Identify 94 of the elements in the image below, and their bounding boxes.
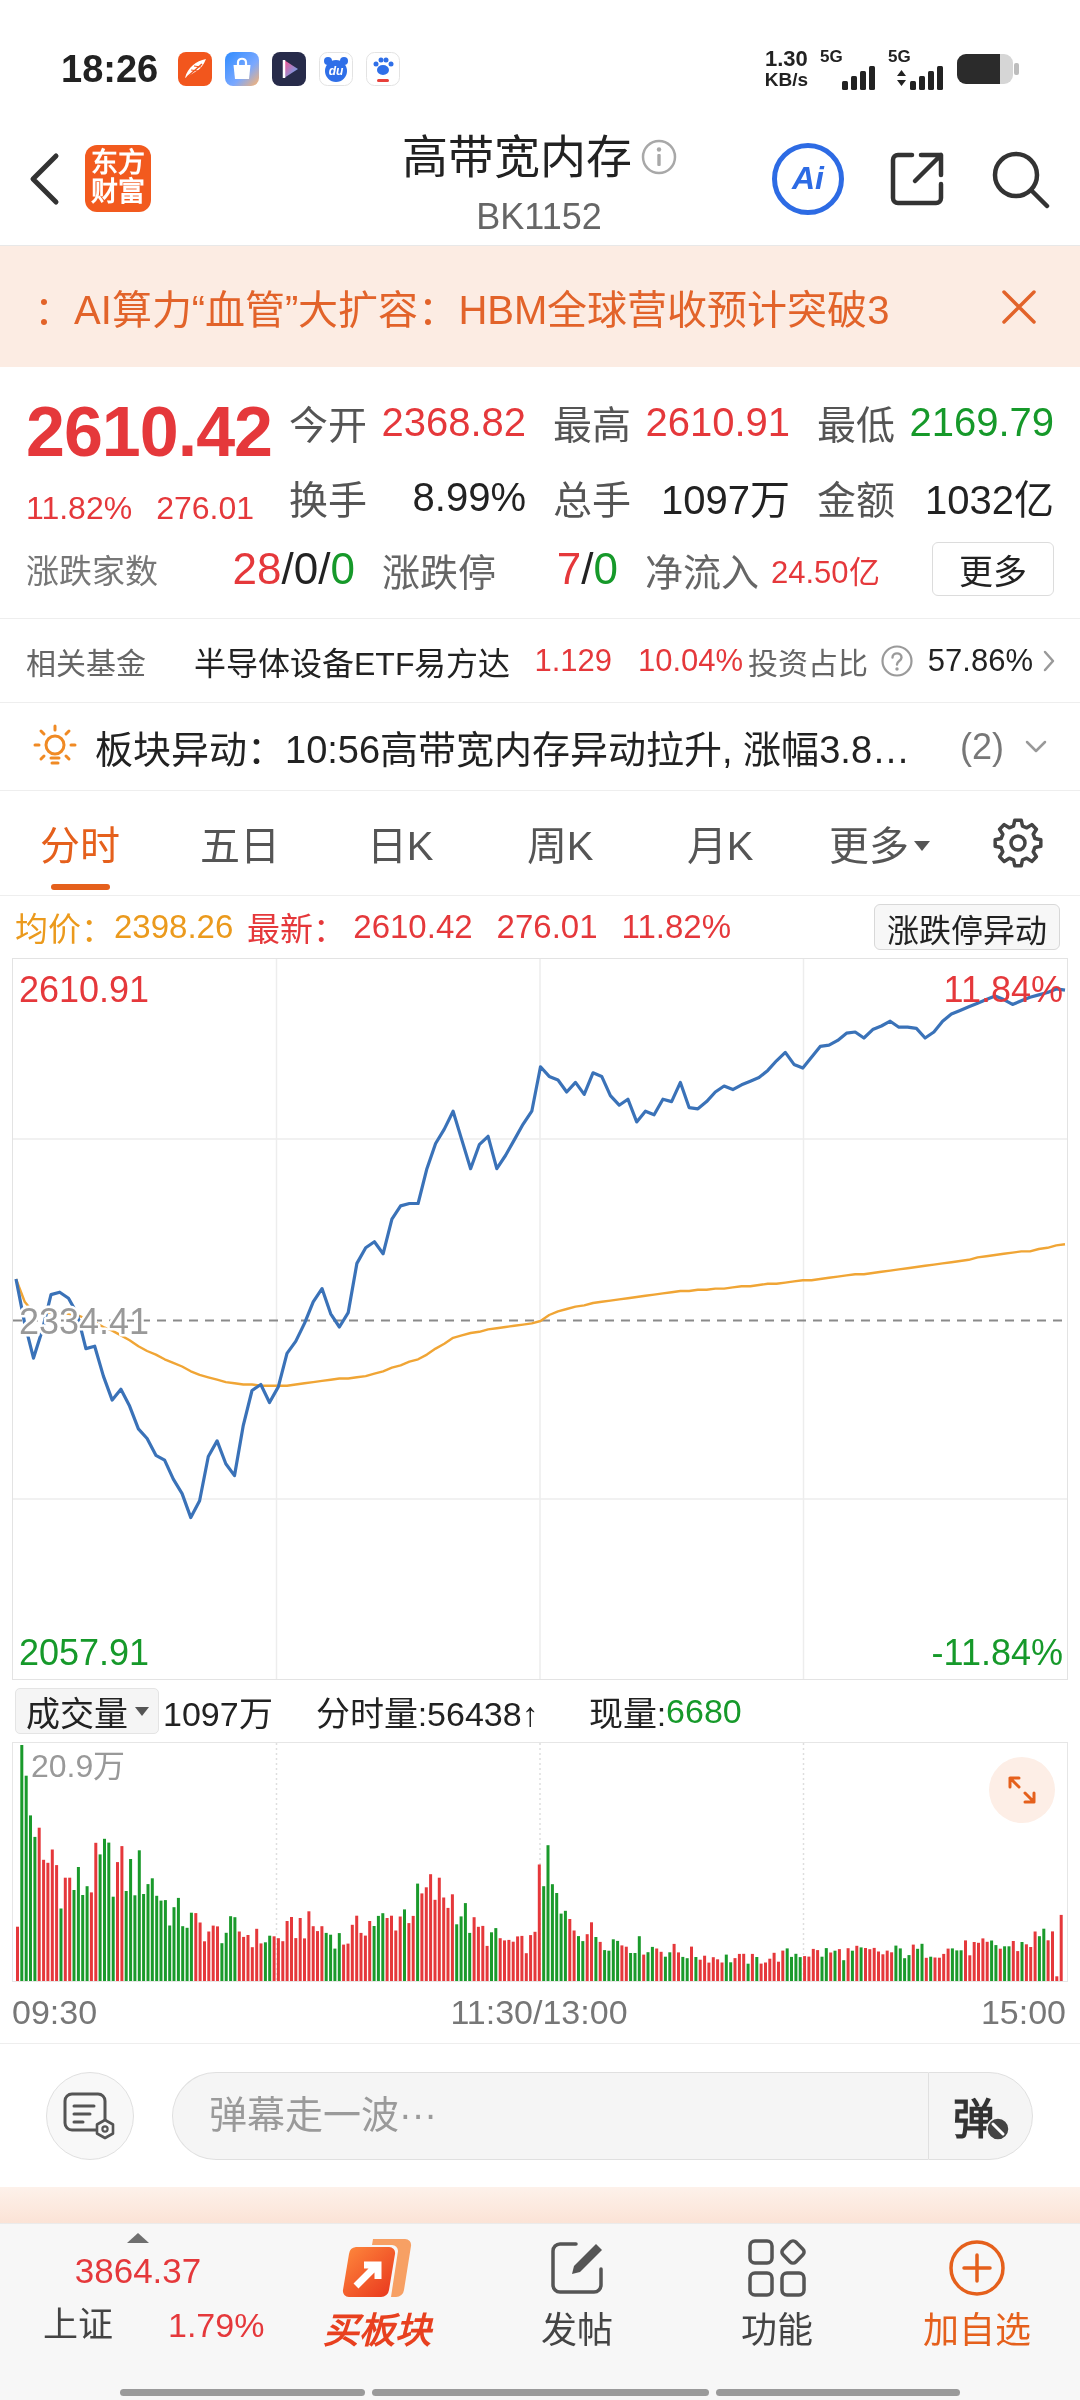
time-axis-label: 11:30/13:00 <box>450 1993 628 2032</box>
last-price: 2610.42 <box>26 397 273 467</box>
metric-label: 金额 <box>817 478 895 524</box>
chart-tab[interactable]: 周K <box>480 791 640 895</box>
metric-label: 最低 <box>817 403 895 449</box>
stat-label: 涨跌家数 <box>26 552 158 592</box>
add-icon <box>948 2239 1006 2297</box>
buy-sector-button[interactable]: 买板块 <box>277 2224 477 2385</box>
caret-down-icon[interactable] <box>134 1705 150 1717</box>
alert-count: (2) <box>960 725 1004 768</box>
comment-input-field[interactable]: 弹幕走一波··· <box>172 2071 928 2160</box>
edit-icon <box>548 2239 606 2297</box>
chart-tab[interactable]: 更多 <box>800 791 960 895</box>
document-gear-icon[interactable] <box>63 2091 117 2140</box>
chevron-down-icon[interactable] <box>1025 739 1047 754</box>
average-price: 2398.26 <box>114 908 234 946</box>
latest-change: 276.01 <box>496 908 598 946</box>
status-time: 18:26 <box>61 47 159 91</box>
time-axis-label: 15:00 <box>980 1993 1066 2032</box>
percent-axis-label: -11.84% <box>931 1632 1063 1673</box>
settings-icon[interactable] <box>992 817 1044 869</box>
network-type-label: 5G <box>888 48 911 66</box>
metric-label: 最高 <box>553 403 631 449</box>
tools-button[interactable]: 功能 <box>677 2224 877 2385</box>
stat-label: 净流入 <box>645 550 759 596</box>
app-logo: 东方财富 <box>85 145 151 212</box>
price-axis-label: 2057.91 <box>19 1632 150 1673</box>
arrow-logo-icon <box>341 2237 413 2299</box>
close-icon[interactable] <box>1000 287 1038 326</box>
volume-selector[interactable]: 成交量 <box>15 1688 159 1734</box>
price-axis-label: 2610.91 <box>19 969 150 1010</box>
current-volume: 6680 <box>666 1691 742 1731</box>
fund-section-label: 相关基金 <box>26 645 147 682</box>
post-button[interactable]: 发帖 <box>477 2224 677 2385</box>
paw-app-icon <box>366 52 401 86</box>
caret-up-icon[interactable] <box>127 2233 149 2243</box>
latest-price-label: 最新： <box>247 910 347 950</box>
stat-label: 涨跌停 <box>382 550 496 596</box>
battery-icon <box>956 52 1020 86</box>
index-name[interactable]: 上证 <box>43 2305 113 2345</box>
net-inflow-value: 24.50亿 <box>771 553 880 592</box>
more-button[interactable]: 更多 <box>932 542 1054 596</box>
volume-axis-label: 20.9万 <box>31 1748 126 1784</box>
limit-move-button[interactable]: 涨跌停异动 <box>874 904 1060 950</box>
back-icon[interactable] <box>28 151 60 206</box>
metric-label: 换手 <box>289 478 367 524</box>
sector-code: BK1152 <box>476 195 602 239</box>
total-volume: 1097万 <box>163 1693 273 1735</box>
index-value[interactable]: 3864.37 <box>74 2251 202 2291</box>
holding-ratio-label: 投资占比 <box>747 645 868 682</box>
chart-tab[interactable]: 日K <box>320 791 480 895</box>
metric-value: 1032亿 <box>925 477 1054 524</box>
current-volume-label: 现量: <box>588 1693 667 1735</box>
network-speed-unit: KB/s <box>764 69 808 90</box>
holding-ratio: 57.86% <box>927 642 1033 679</box>
play-app-icon <box>272 52 307 86</box>
du-app-icon: du <box>319 52 354 86</box>
expand-icon[interactable] <box>989 1757 1055 1823</box>
metric-label: 今开 <box>289 403 367 449</box>
page-title: 高带宽内存 <box>401 130 632 185</box>
alert-message[interactable]: 板块异动：10:56高带宽内存异动拉升, 涨幅3.8… <box>95 719 911 774</box>
metric-value: 2169.79 <box>909 399 1054 445</box>
shopping-bag-app-icon <box>225 52 260 86</box>
ai-assistant-button[interactable]: Ai <box>772 142 844 215</box>
caret-down-icon[interactable] <box>913 840 931 852</box>
time-axis-label: 09:30 <box>12 1993 98 2032</box>
fund-name[interactable]: 半导体设备ETF易方达 <box>194 637 511 684</box>
help-icon[interactable] <box>880 644 913 677</box>
chart-tab[interactable]: 月K <box>640 791 800 895</box>
index-change-percent[interactable]: 1.79% <box>168 2305 265 2345</box>
stat-value: 7/0 <box>556 544 618 594</box>
change-percent: 11.82% <box>26 489 133 528</box>
chart-tab[interactable]: 五日 <box>160 791 320 895</box>
network-type-label: 5G <box>820 48 843 66</box>
change-amount: 276.01 <box>156 489 255 528</box>
fund-price: 1.129 <box>534 642 612 679</box>
average-price-label: 均价： <box>15 910 114 950</box>
metric-value: 2610.91 <box>645 399 790 445</box>
fund-change-percent: 10.04% <box>638 642 744 679</box>
network-speed: 1.30 <box>764 48 808 69</box>
grid-icon <box>746 2237 808 2299</box>
metric-value: 8.99% <box>412 474 526 520</box>
latest-change-percent: 11.82% <box>621 908 731 946</box>
stat-value: 28/0/0 <box>232 544 355 594</box>
metric-label: 总手 <box>553 478 631 524</box>
minute-volume: 分时量:56438↑ <box>315 1693 539 1735</box>
latest-price: 2610.42 <box>353 908 473 946</box>
comment-toggle-button[interactable]: 弹 <box>928 2071 1033 2160</box>
metric-value: 1097万 <box>661 477 790 524</box>
signal-icon <box>894 66 944 90</box>
percent-axis-label: 11.84% <box>943 969 1063 1010</box>
chevron-right-icon[interactable] <box>1043 648 1055 673</box>
metric-value: 2368.82 <box>381 399 526 445</box>
feather-app-icon <box>178 52 213 86</box>
